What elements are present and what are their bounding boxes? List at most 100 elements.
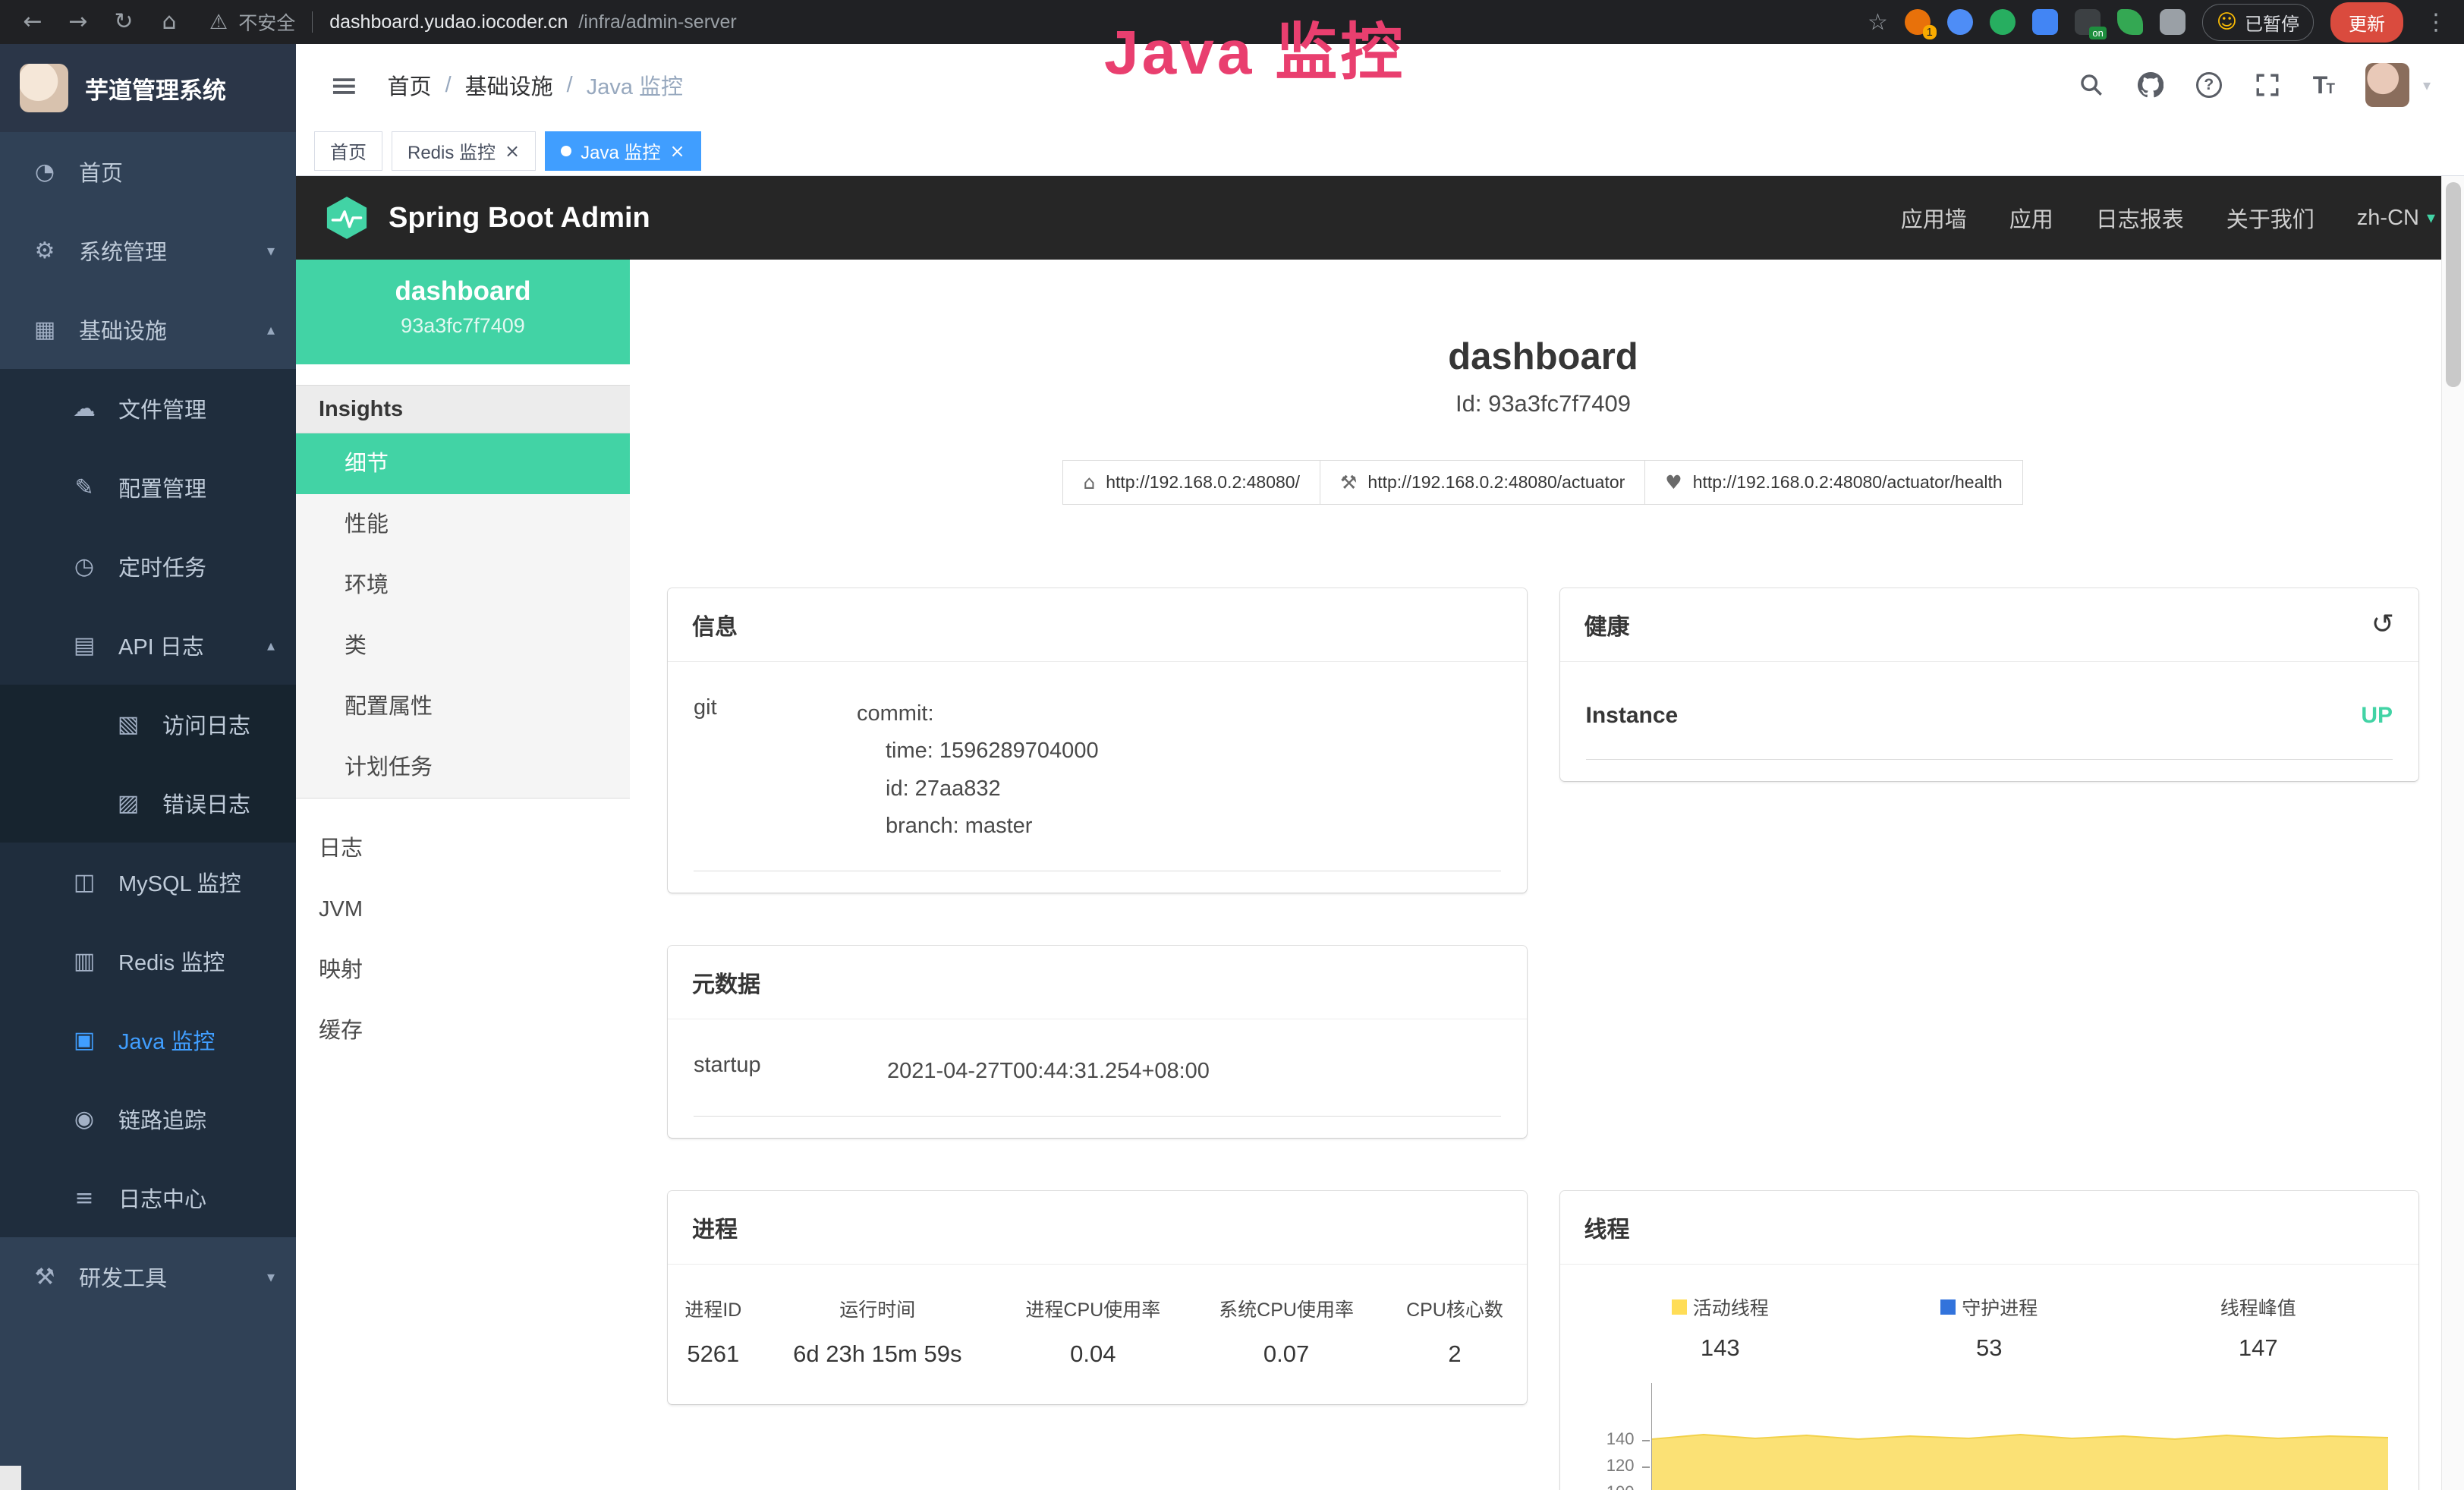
chevron-down-icon[interactable]: ▾ — [2423, 76, 2431, 94]
sidebar-item-api-logs[interactable]: ▤ API 日志 ▴ — [0, 606, 296, 685]
extension-icon-leaf[interactable] — [2117, 9, 2143, 35]
tab-java-monitor[interactable]: Java 监控 × — [545, 131, 700, 171]
edit-icon: ✎ — [70, 474, 99, 501]
bookmark-star-icon[interactable]: ☆ — [1868, 9, 1888, 36]
sidebar-item-scheduled-jobs[interactable]: ◷ 定时任务 — [0, 527, 296, 606]
info-commit-time: time: 1596289704000 — [857, 732, 1099, 770]
sidebar-item-devtools[interactable]: ⚒ 研发工具 ▾ — [0, 1237, 296, 1316]
github-icon[interactable] — [2137, 71, 2164, 99]
extension-icon-orange[interactable]: 1 — [1905, 9, 1931, 35]
sidebar-item-file-management[interactable]: ☁ 文件管理 — [0, 369, 296, 448]
close-icon[interactable]: × — [670, 142, 685, 160]
sba-body: dashboard 93a3fc7f7409 Insights 细节 性能 环境… — [296, 260, 2464, 1490]
profile-paused-badge[interactable]: ☺ 已暂停 — [2202, 4, 2314, 41]
breadcrumb-infrastructure[interactable]: 基础设施 — [465, 69, 553, 101]
address-bar[interactable]: ⚠ 不安全 dashboard.yudao.iocoder.cn/infra/a… — [209, 8, 737, 36]
dashboard-icon: ◔ — [30, 159, 59, 185]
sidebar-item-mysql-monitor[interactable]: ◫ MySQL 监控 — [0, 843, 296, 921]
tab-home[interactable]: 首页 — [314, 131, 382, 171]
sba-item-logs[interactable]: 日志 — [296, 818, 630, 879]
breadcrumb-current: Java 监控 — [587, 69, 683, 101]
sidebar-item-config-management[interactable]: ✎ 配置管理 — [0, 448, 296, 527]
chrome-menu-icon[interactable]: ⋮ — [2425, 9, 2447, 36]
access-log-icon: ▧ — [114, 711, 143, 738]
scrollbar-thumb[interactable] — [2446, 182, 2461, 387]
sba-item-classes[interactable]: 类 — [296, 616, 630, 676]
fullscreen-icon[interactable] — [2254, 71, 2281, 99]
link-label: http://192.168.0.2:48080/ — [1106, 472, 1300, 493]
sidebar-item-access-logs[interactable]: ▧ 访问日志 — [0, 685, 296, 764]
close-icon[interactable]: × — [505, 142, 520, 160]
sba-item-mappings[interactable]: 映射 — [296, 940, 630, 1000]
info-commit-id: id: 27aa832 — [857, 770, 1099, 808]
sba-item-metrics[interactable]: 性能 — [296, 494, 630, 555]
instance-home-link[interactable]: ⌂ http://192.168.0.2:48080/ — [1062, 460, 1320, 505]
sidebar-item-tracing[interactable]: ◉ 链路追踪 — [0, 1079, 296, 1158]
url-host[interactable]: dashboard.yudao.iocoder.cn — [329, 11, 568, 33]
paused-label: 已暂停 — [2245, 9, 2299, 36]
search-icon[interactable] — [2078, 71, 2105, 99]
extension-icon-green[interactable] — [1990, 9, 2016, 35]
threads-area-series — [1652, 1383, 2389, 1490]
font-size-icon[interactable]: TT — [2313, 71, 2333, 99]
threads-chart: 140 120 100 — [1586, 1383, 2393, 1490]
home-icon[interactable]: ⌂ — [149, 0, 190, 44]
security-warning-icon[interactable]: ⚠ — [209, 11, 228, 34]
security-label[interactable]: 不安全 — [238, 8, 295, 36]
sba-nav-applications[interactable]: 应用 — [2009, 202, 2053, 234]
page-subtitle: Id: 93a3fc7f7409 — [668, 390, 2418, 417]
instance-actuator-link[interactable]: ⚒ http://192.168.0.2:48080/actuator — [1320, 460, 1645, 505]
chevron-up-icon: ▴ — [267, 636, 275, 654]
info-card: 信息 git commit: time: 1596289704000 id: 2… — [668, 588, 1527, 893]
sba-item-jvm[interactable]: JVM — [296, 879, 630, 940]
legend-swatch-live — [1672, 1299, 1687, 1315]
refresh-icon[interactable]: ↻ — [103, 0, 144, 44]
sidebar-item-home[interactable]: ◔ 首页 — [0, 132, 296, 211]
breadcrumb-home[interactable]: 首页 — [388, 69, 432, 101]
threads-legend: 活动线程 143 守护进程 — [1586, 1293, 2393, 1362]
legend-label: 守护进程 — [1962, 1293, 2038, 1321]
health-card: 健康 ↺ Instance UP — [1560, 588, 2419, 781]
sba-locale-select[interactable]: zh-CN ▾ — [2357, 206, 2435, 231]
url-path[interactable]: /infra/admin-server — [578, 11, 736, 33]
sba-nav-wallboard[interactable]: 应用墙 — [1901, 202, 1967, 234]
instance-selector[interactable]: dashboard 93a3fc7f7409 — [296, 260, 630, 364]
instance-health-link[interactable]: ♥ http://192.168.0.2:48080/actuator/heal… — [1644, 460, 2022, 505]
forward-icon[interactable]: → — [58, 0, 99, 44]
chrome-update-button[interactable]: 更新 — [2330, 2, 2403, 43]
sba-item-details[interactable]: 细节 — [296, 433, 630, 494]
sidebar-item-error-logs[interactable]: ▨ 错误日志 — [0, 764, 296, 843]
sidebar-item-java-monitor[interactable]: ▣ Java 监控 — [0, 1000, 296, 1079]
sba-item-environment[interactable]: 环境 — [296, 555, 630, 616]
tab-label: Redis 监控 — [408, 137, 496, 164]
sba-nav-about[interactable]: 关于我们 — [2226, 202, 2315, 234]
extension-icon-switch[interactable]: on — [2075, 9, 2101, 35]
extensions-puzzle-icon[interactable] — [2160, 9, 2186, 35]
extension-icon-grid[interactable] — [2032, 9, 2058, 35]
threads-card-title: 线程 — [1584, 1211, 1630, 1244]
menu-label: Redis 监控 — [118, 945, 225, 977]
process-header-system-cpu: 系统CPU使用率 — [1190, 1265, 1383, 1328]
menu-label: 定时任务 — [118, 550, 206, 582]
user-avatar[interactable] — [2365, 63, 2409, 107]
tab-redis-monitor[interactable]: Redis 监控 × — [392, 131, 536, 171]
sidebar-item-system-management[interactable]: ⚙ 系统管理 ▾ — [0, 211, 296, 290]
legend-live-threads: 活动线程 143 — [1586, 1293, 1855, 1362]
extension-icon-blue-drop[interactable] — [1947, 9, 1973, 35]
chevron-up-icon: ▴ — [267, 320, 275, 339]
sidebar-toggle-icon[interactable]: ≡ — [329, 65, 359, 106]
sba-item-scheduled-tasks[interactable]: 计划任务 — [296, 737, 630, 798]
api-log-icon: ▤ — [70, 632, 99, 659]
history-icon[interactable]: ↺ — [2371, 611, 2394, 638]
locale-label: zh-CN — [2357, 206, 2419, 231]
app-logo[interactable]: 芋道管理系统 — [0, 44, 296, 132]
sidebar-item-redis-monitor[interactable]: ▥ Redis 监控 — [0, 921, 296, 1000]
sba-nav-journal[interactable]: 日志报表 — [2096, 202, 2184, 234]
sba-item-caches[interactable]: 缓存 — [296, 1000, 630, 1061]
sidebar-item-log-center[interactable]: ≡ 日志中心 — [0, 1158, 296, 1237]
sidebar-item-infrastructure[interactable]: ▦ 基础设施 ▴ — [0, 290, 296, 369]
back-icon[interactable]: ← — [12, 0, 53, 44]
help-icon[interactable]: ? — [2196, 72, 2222, 98]
sba-item-configprops[interactable]: 配置属性 — [296, 676, 630, 737]
page-scrollbar[interactable] — [2441, 176, 2464, 1490]
